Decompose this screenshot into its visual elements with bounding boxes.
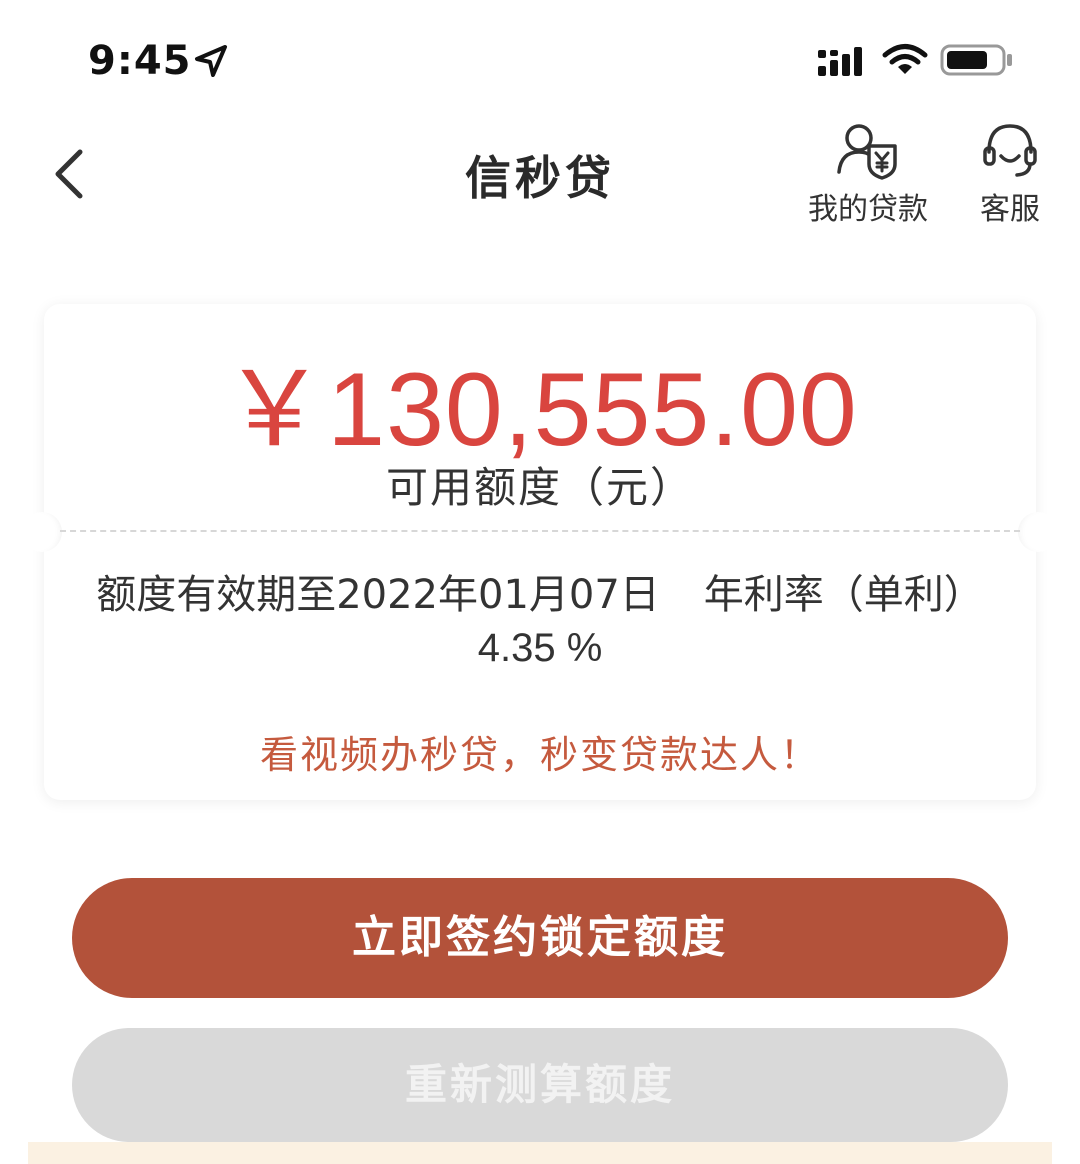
status-bar: 9:45 <box>0 0 1080 110</box>
cellular-signal-icon <box>818 47 862 76</box>
customer-service-button[interactable]: 客服 <box>968 120 1052 228</box>
location-arrow-icon <box>195 45 227 77</box>
status-time: 9:45 <box>88 38 192 84</box>
back-chevron-icon[interactable] <box>48 146 92 202</box>
available-amount-label: 可用额度（元） <box>385 463 694 512</box>
available-amount: ￥130,555.00 <box>222 352 858 468</box>
my-loans-label: 我的贷款 <box>808 192 928 227</box>
card-notch-left <box>22 512 62 552</box>
battery-icon <box>940 44 1012 76</box>
wifi-icon <box>882 44 928 74</box>
quota-card: ￥130,555.00 可用额度（元） 额度有效期至2022年01月07日 年利率… <box>22 304 1058 800</box>
sign-lock-quota-button[interactable]: 立即签约锁定额度 <box>72 878 1008 998</box>
card-notch-right <box>1018 512 1058 552</box>
dashed-divider <box>60 530 1020 532</box>
recalculate-quota-button[interactable]: 重新测算额度 <box>72 1028 1008 1142</box>
loan-yuan-person-icon <box>837 124 897 180</box>
customer-service-label: 客服 <box>980 192 1040 227</box>
headset-icon <box>983 124 1037 177</box>
rate-label: 年利率（单利） <box>703 572 984 618</box>
rate-value: 4.35 % <box>477 626 603 670</box>
page-title: 信秒贷 <box>465 151 615 205</box>
my-loans-button[interactable]: 我的贷款 <box>798 120 938 228</box>
validity-text: 额度有效期至2022年01月07日 <box>96 572 660 618</box>
quota-details: 额度有效期至2022年01月07日 年利率（单利） <box>44 562 1036 620</box>
bottom-banner-edge <box>28 1142 1052 1164</box>
video-promo-link[interactable]: 看视频办秒贷，秒变贷款达人！ <box>44 724 1036 779</box>
